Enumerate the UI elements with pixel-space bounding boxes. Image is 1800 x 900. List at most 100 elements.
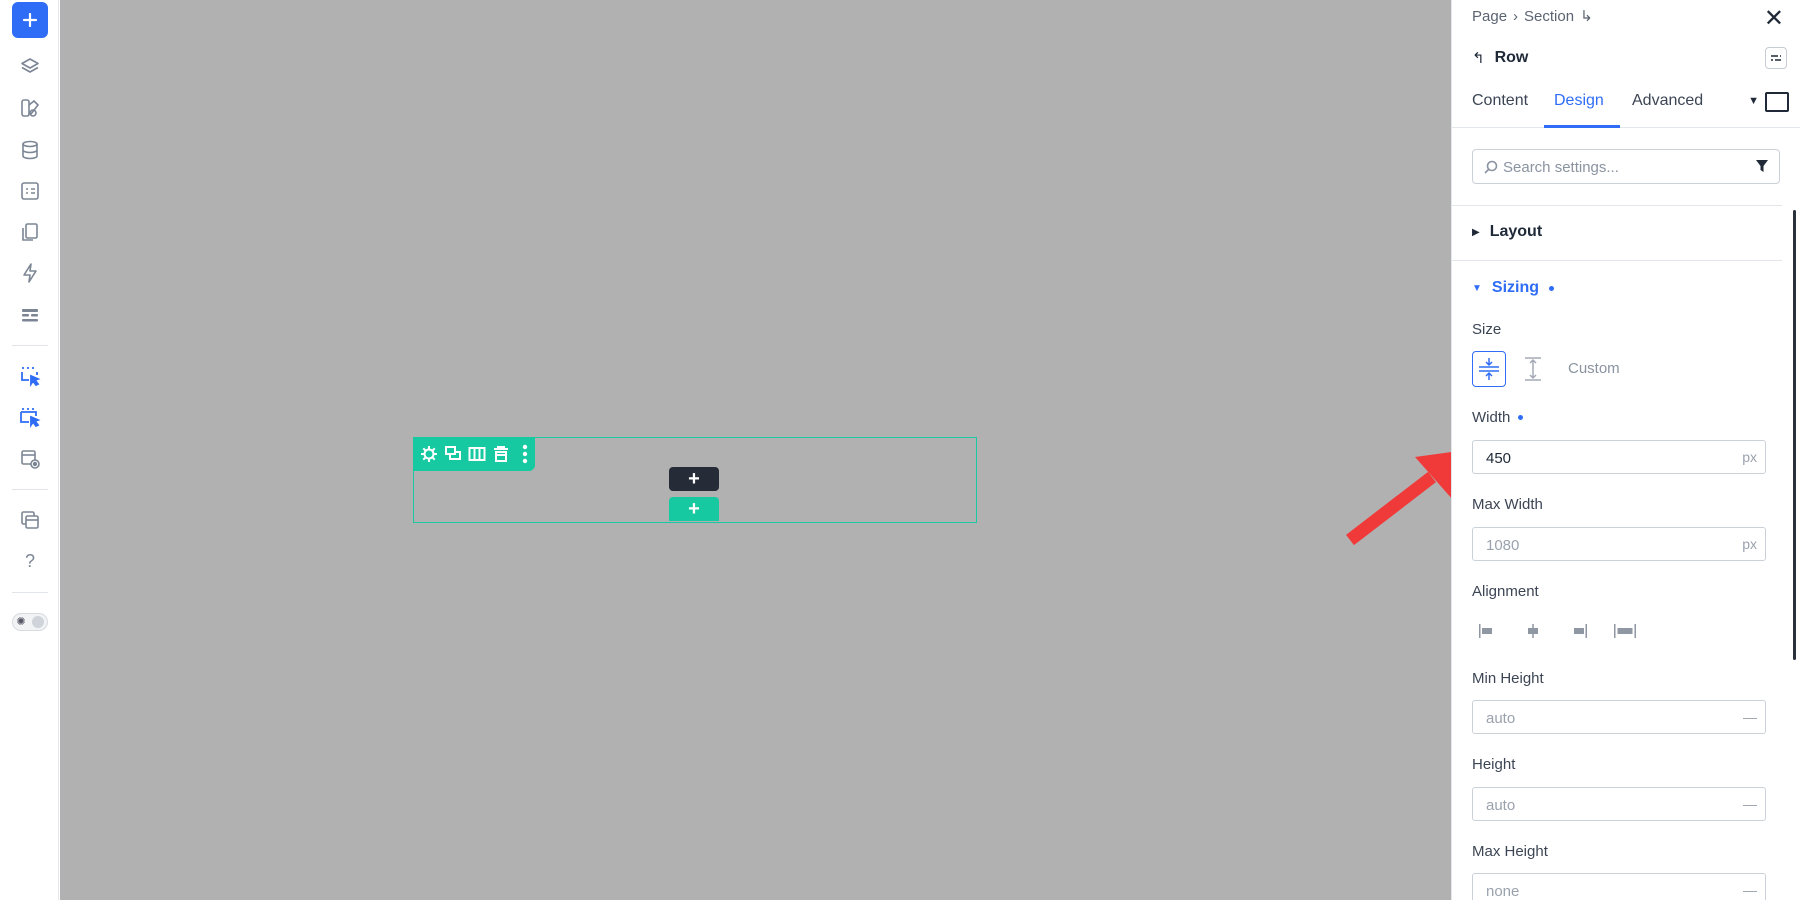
filter-icon[interactable] bbox=[1755, 159, 1769, 173]
align-right-icon[interactable] bbox=[1564, 619, 1594, 643]
more-vertical-icon[interactable] bbox=[515, 443, 535, 465]
tab-advanced[interactable]: Advanced bbox=[1632, 92, 1703, 110]
duplicate-icon[interactable] bbox=[443, 443, 463, 465]
element-name: Row bbox=[1494, 49, 1529, 66]
divider bbox=[1452, 260, 1782, 261]
breadcrumb-page[interactable]: Page bbox=[1472, 8, 1507, 25]
styles-button[interactable] bbox=[12, 90, 48, 126]
min-height-field: — bbox=[1472, 700, 1766, 734]
width-field: px bbox=[1472, 440, 1766, 474]
add-element-button[interactable] bbox=[12, 2, 48, 38]
sun-icon: ✺ bbox=[16, 616, 26, 628]
list-icon bbox=[22, 309, 38, 322]
max-width-input[interactable] bbox=[1486, 534, 1706, 556]
select-multiple-icon bbox=[20, 408, 41, 428]
return-icon[interactable]: ↳ bbox=[1580, 7, 1593, 25]
alignment-label: Alignment bbox=[1472, 583, 1539, 600]
size-fill-option[interactable] bbox=[1516, 351, 1550, 387]
search-input[interactable] bbox=[1503, 156, 1743, 178]
height-unit[interactable]: — bbox=[1743, 796, 1757, 812]
height-field: — bbox=[1472, 787, 1766, 821]
database-icon bbox=[22, 140, 38, 160]
theme-toggle[interactable]: ✺ bbox=[12, 613, 48, 631]
align-stretch-icon[interactable] bbox=[1610, 619, 1640, 643]
settings-search bbox=[1472, 149, 1780, 184]
section-sizing-label: Sizing bbox=[1491, 279, 1540, 296]
interactions-button[interactable] bbox=[12, 255, 48, 291]
size-label: Size bbox=[1472, 321, 1502, 338]
max-height-unit[interactable]: — bbox=[1743, 882, 1757, 898]
max-height-field: — bbox=[1472, 873, 1766, 900]
forms-button[interactable] bbox=[12, 173, 48, 209]
align-center-icon[interactable] bbox=[1518, 619, 1548, 643]
row-toolbar bbox=[413, 437, 535, 471]
breadcrumb-section[interactable]: Section bbox=[1524, 8, 1574, 25]
app-window: ? ✺ + + Page › Section ↳ ✕ ↰ Row Content… bbox=[0, 0, 1800, 900]
data-button[interactable] bbox=[12, 132, 48, 168]
layers-button[interactable] bbox=[12, 49, 48, 85]
width-input[interactable] bbox=[1486, 447, 1706, 469]
form-icon bbox=[21, 182, 39, 200]
select-multiple-button[interactable] bbox=[12, 399, 48, 435]
chevron-down-icon[interactable]: ▼ bbox=[1748, 95, 1759, 107]
toolbar-divider bbox=[12, 592, 48, 593]
toolbar-divider bbox=[12, 489, 48, 490]
modified-indicator bbox=[1518, 415, 1524, 420]
toggle-knob bbox=[32, 616, 44, 628]
tab-content[interactable]: Content bbox=[1472, 92, 1528, 110]
max-width-unit[interactable]: px bbox=[1742, 536, 1757, 552]
add-column-button[interactable]: + bbox=[669, 467, 719, 491]
min-height-input[interactable] bbox=[1486, 707, 1706, 729]
size-fit-option[interactable] bbox=[1472, 351, 1506, 387]
toolbar-divider bbox=[12, 345, 48, 346]
templates-button[interactable] bbox=[12, 502, 48, 538]
breadcrumb: Page › Section ↳ bbox=[1472, 7, 1593, 26]
section-sizing[interactable]: ▼ Sizing bbox=[1472, 279, 1555, 297]
caret-down-icon: ▼ bbox=[1472, 282, 1482, 294]
width-label: Width bbox=[1472, 409, 1524, 426]
active-tab-indicator bbox=[1544, 125, 1620, 128]
tab-design[interactable]: Design bbox=[1554, 92, 1604, 110]
help-icon: ? bbox=[24, 550, 35, 571]
width-label-text: Width bbox=[1472, 409, 1511, 426]
modified-indicator bbox=[1549, 285, 1555, 291]
size-custom-option[interactable]: Custom bbox=[1568, 360, 1620, 377]
sliders-icon bbox=[1771, 55, 1781, 61]
max-width-label: Max Width bbox=[1472, 496, 1543, 513]
max-height-label: Max Height bbox=[1472, 843, 1548, 860]
gear-icon[interactable] bbox=[419, 443, 439, 465]
layers-icon bbox=[21, 58, 39, 73]
select-element-button[interactable] bbox=[12, 358, 48, 394]
section-layout[interactable]: ▶ Layout bbox=[1472, 223, 1542, 241]
pages-button[interactable] bbox=[12, 214, 48, 250]
preview-button[interactable] bbox=[12, 441, 48, 477]
select-element-icon bbox=[21, 367, 41, 387]
shrink-icon bbox=[1479, 358, 1499, 380]
back-icon[interactable]: ↰ bbox=[1472, 49, 1485, 67]
max-height-input[interactable] bbox=[1486, 880, 1706, 900]
add-row-button[interactable]: + bbox=[669, 497, 719, 521]
panel-tabs: Content Design Advanced ▼ bbox=[1452, 88, 1800, 128]
element-title: ↰ Row bbox=[1472, 49, 1528, 67]
section-layout-label: Layout bbox=[1489, 223, 1543, 240]
min-height-unit[interactable]: — bbox=[1743, 709, 1757, 725]
trash-icon[interactable] bbox=[491, 443, 511, 465]
height-input[interactable] bbox=[1486, 794, 1706, 816]
plus-icon bbox=[22, 12, 38, 28]
palette-icon bbox=[21, 99, 40, 117]
panel-scrollbar[interactable] bbox=[1793, 210, 1796, 660]
search-icon bbox=[1484, 160, 1498, 174]
expand-icon bbox=[1525, 357, 1541, 381]
align-left-icon[interactable] bbox=[1472, 619, 1502, 643]
left-toolbar: ? ✺ bbox=[0, 0, 59, 900]
list-button[interactable] bbox=[12, 297, 48, 333]
device-frame-icon[interactable] bbox=[1765, 92, 1789, 112]
settings-options-button[interactable] bbox=[1765, 47, 1787, 69]
help-button[interactable]: ? bbox=[12, 543, 48, 579]
columns-icon[interactable] bbox=[467, 443, 487, 465]
alignment-options bbox=[1472, 619, 1640, 643]
width-unit[interactable]: px bbox=[1742, 449, 1757, 465]
divider bbox=[1452, 205, 1782, 206]
max-width-field: px bbox=[1472, 527, 1766, 561]
close-icon[interactable]: ✕ bbox=[1764, 4, 1784, 33]
